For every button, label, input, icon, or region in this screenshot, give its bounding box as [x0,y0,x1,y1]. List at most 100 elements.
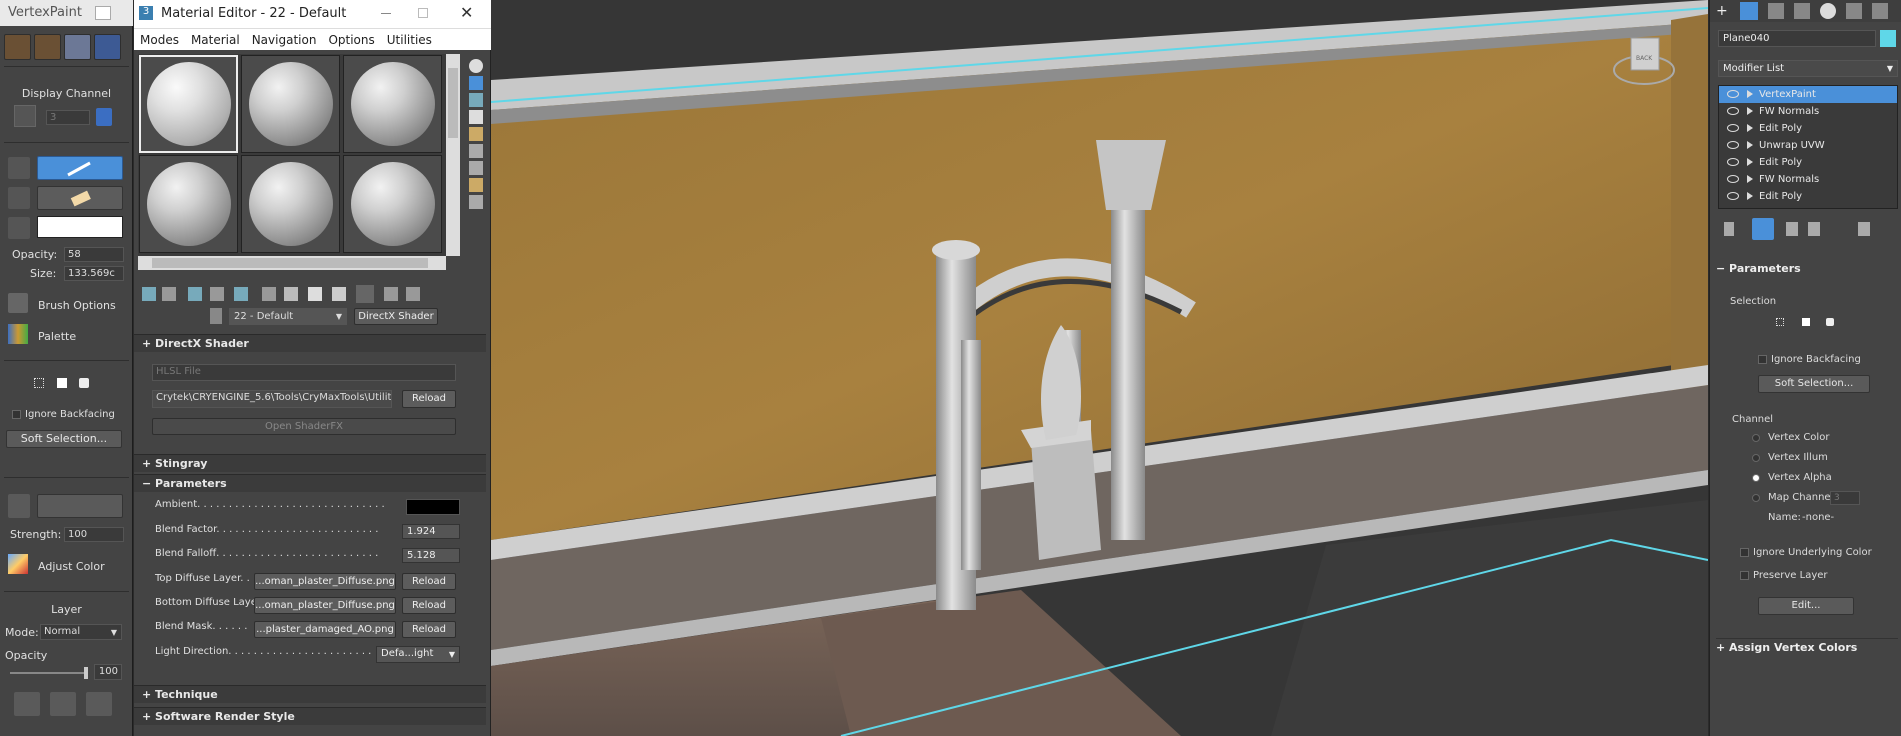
soft-selection-button[interactable]: Soft Selection... [1758,375,1870,393]
rollout-stingray[interactable]: + Stingray [134,454,486,472]
uv-tiling-icon[interactable] [469,110,483,124]
vertex-select-icon[interactable] [1776,318,1784,326]
top-diffuse-reload-button[interactable]: Reload [402,573,456,590]
object-color-swatch[interactable] [1880,30,1896,47]
expand-icon[interactable] [1747,107,1753,115]
eyedropper-icon[interactable] [8,217,30,239]
vertex-illum-radio[interactable] [1752,454,1760,462]
paint-shaded-icon[interactable] [64,34,91,60]
modifier-row[interactable]: Unwrap UVW [1719,137,1897,154]
modifier-row[interactable]: Edit Poly [1719,120,1897,137]
minimize-button[interactable] [95,6,111,20]
hierarchy-tab-icon[interactable] [1768,3,1784,19]
layer-opacity-value[interactable]: 100 [94,664,122,680]
sample-slot[interactable] [343,155,442,253]
slots-v-scrollbar[interactable] [446,54,460,256]
blend-mask-file-button[interactable]: ...plaster_damaged_AO.png [254,621,396,638]
expand-icon[interactable] [1747,141,1753,149]
blur-brush-icon[interactable] [8,494,30,518]
lock-icon[interactable] [96,108,112,126]
blend-mask-reload-button[interactable]: Reload [402,621,456,638]
map-channel-spinner[interactable]: 3 [1830,491,1860,505]
expand-icon[interactable] [1747,158,1753,166]
erase-alt-icon[interactable] [8,187,30,209]
paint-layer-icon[interactable] [94,34,121,60]
video-check-icon[interactable] [469,127,483,141]
scroll-thumb[interactable] [152,258,428,268]
close-icon[interactable]: ✕ [460,3,473,22]
eye-icon[interactable] [1727,141,1739,149]
paint-brush-button[interactable] [37,156,123,180]
blur-brush-button[interactable] [37,494,123,518]
mode-dropdown[interactable]: Normal ▼ [40,624,122,640]
create-tab-icon[interactable]: + [1716,3,1732,19]
utilities-tab-icon[interactable] [1846,3,1862,19]
material-id-icon[interactable] [308,287,322,301]
select-by-material-icon[interactable] [469,178,483,192]
maximize-icon[interactable] [418,8,428,18]
menu-options[interactable]: Options [328,29,374,51]
display-cube-icon[interactable] [14,105,36,127]
eye-icon[interactable] [1727,158,1739,166]
motion-tab-icon[interactable] [1794,3,1810,19]
pick-material-icon[interactable] [210,308,222,324]
assign-vertex-colors-header[interactable]: + Assign Vertex Colors [1716,638,1898,656]
modify-tab-icon[interactable] [1740,2,1758,20]
top-diffuse-file-button[interactable]: ...oman_plaster_Diffuse.png [254,573,396,590]
go-forward-sibling-icon[interactable] [406,287,420,301]
shader-type-button[interactable]: DirectX Shader [354,308,438,325]
adjust-color-label[interactable]: Adjust Color [38,560,105,573]
viewport[interactable]: BACK [491,0,1708,736]
modifier-row[interactable]: FW Normals [1719,171,1897,188]
ignore-backfacing-checkbox[interactable] [12,410,21,419]
menu-navigation[interactable]: Navigation [252,29,317,51]
layer-opacity-slider[interactable] [10,672,86,674]
new-layer-icon[interactable] [14,692,40,716]
blend-factor-spinner[interactable]: 1.924 [402,524,460,539]
expand-icon[interactable] [1747,175,1753,183]
make-preview-icon[interactable] [469,144,483,158]
map-channel-radio[interactable] [1752,494,1760,502]
rollout-directx-shader[interactable]: + DirectX Shader [134,334,486,352]
sample-slot[interactable] [139,55,238,153]
menu-material[interactable]: Material [191,29,240,51]
bottom-diffuse-reload-button[interactable]: Reload [402,597,456,614]
ignore-backfacing-checkbox[interactable] [1758,355,1767,364]
eye-icon[interactable] [1727,90,1739,98]
make-unique-icon[interactable] [234,287,248,301]
sample-type-icon[interactable] [469,59,483,73]
menu-modes[interactable]: Modes [140,29,179,51]
scroll-thumb[interactable] [448,68,458,138]
material-map-navigator-icon[interactable] [469,195,483,209]
layer-opacity-handle[interactable] [84,667,88,679]
blend-falloff-spinner[interactable]: 5.128 [402,548,460,563]
menu-utilities[interactable]: Utilities [387,29,432,51]
face-select-icon[interactable] [57,378,67,388]
soft-selection-button[interactable]: Soft Selection... [6,430,122,448]
ignore-underlying-checkbox[interactable] [1740,548,1749,557]
modifier-row[interactable]: VertexPaint [1719,86,1897,103]
palette-label[interactable]: Palette [38,330,76,343]
strength-spinner[interactable]: 100 [64,527,124,542]
display-channel-spinner[interactable]: 3 [46,110,90,125]
delete-layer-icon[interactable] [50,692,76,716]
hlsl-file-dropdown[interactable]: HLSL File [152,364,456,381]
open-shaderfx-button[interactable]: Open ShaderFX [152,418,456,435]
brush-options-icon[interactable] [8,293,28,313]
show-shaded-icon[interactable] [332,287,346,301]
modifier-list-dropdown[interactable]: Modifier List ▼ [1718,60,1898,77]
collapse-layer-icon[interactable] [86,692,112,716]
expand-icon[interactable] [1747,124,1753,132]
sample-slot[interactable] [241,155,340,253]
put-to-library-icon[interactable] [262,287,276,301]
get-material-icon[interactable] [142,287,156,301]
element-select-icon[interactable] [79,378,89,388]
shader-path-field[interactable]: Crytek\CRYENGINE_5.6\Tools\CryMaxTools\U… [152,390,392,408]
ambient-color-swatch[interactable] [406,499,460,515]
erase-mode-icon[interactable] [8,157,30,179]
modifier-row[interactable]: Edit Poly [1719,154,1897,171]
reload-shader-button[interactable]: Reload [402,390,456,408]
slots-h-scrollbar[interactable] [138,256,446,270]
paint-color-swatch[interactable] [37,216,123,238]
bottom-diffuse-file-button[interactable]: ...oman_plaster_Diffuse.png [254,597,396,614]
